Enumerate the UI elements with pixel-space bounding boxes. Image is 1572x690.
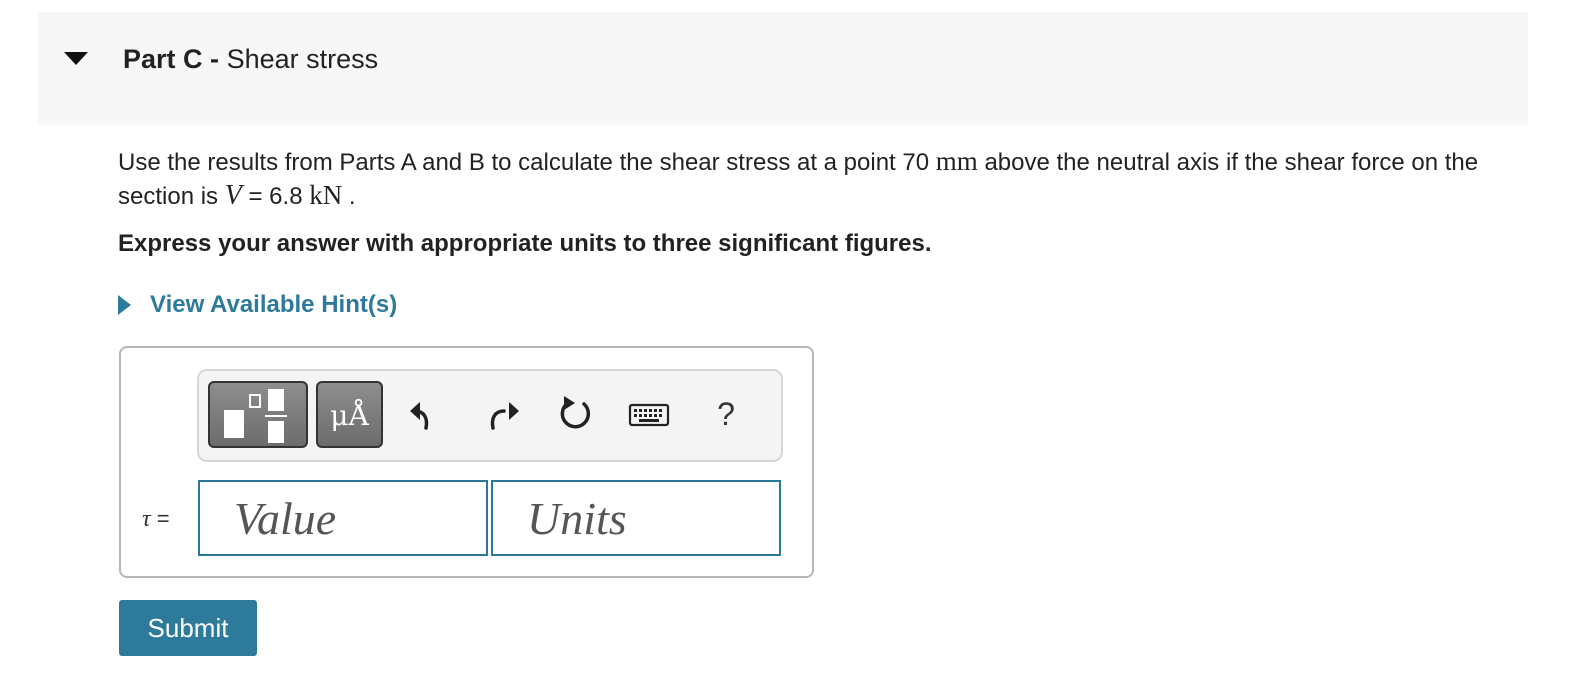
symbols-icon: μÅ (330, 399, 369, 432)
part-name: Shear stress (226, 44, 379, 74)
templates-icon (224, 389, 287, 443)
tau-symbol: τ (142, 506, 151, 532)
answer-instruction: Express your answer with appropriate uni… (118, 230, 932, 257)
redo-icon[interactable] (483, 394, 523, 434)
caret-right-icon (118, 295, 131, 315)
part-separator: - (210, 44, 220, 74)
value-input[interactable] (198, 480, 488, 556)
collapse-caret-icon[interactable] (64, 52, 88, 66)
undo-icon[interactable] (406, 394, 446, 434)
question-part-1: Use the results from Parts A and B to ca… (118, 149, 930, 176)
help-button[interactable]: ? (708, 394, 744, 434)
symbols-button[interactable]: μÅ (316, 381, 383, 448)
units-input[interactable] (491, 480, 781, 556)
shear-force-value: = 6.8 (248, 183, 303, 210)
part-title: Part C - Shear stress (123, 42, 378, 76)
question-period: . (348, 183, 356, 210)
reset-icon[interactable] (555, 394, 595, 434)
unit-kn: kN (309, 180, 343, 210)
shear-force-variable: V (224, 180, 242, 211)
templates-button[interactable] (208, 381, 308, 448)
unit-mm: mm (935, 146, 978, 176)
keyboard-icon[interactable] (628, 394, 670, 434)
equals-sign: = (156, 506, 170, 531)
part-label: Part C (123, 44, 203, 74)
question-text: Use the results from Parts A and B to ca… (118, 145, 1528, 213)
submit-button[interactable]: Submit (119, 600, 257, 656)
view-hints-link[interactable]: View Available Hint(s) (118, 287, 397, 323)
answer-variable-label: τ = (142, 505, 170, 533)
view-hints-label: View Available Hint(s) (150, 291, 398, 318)
